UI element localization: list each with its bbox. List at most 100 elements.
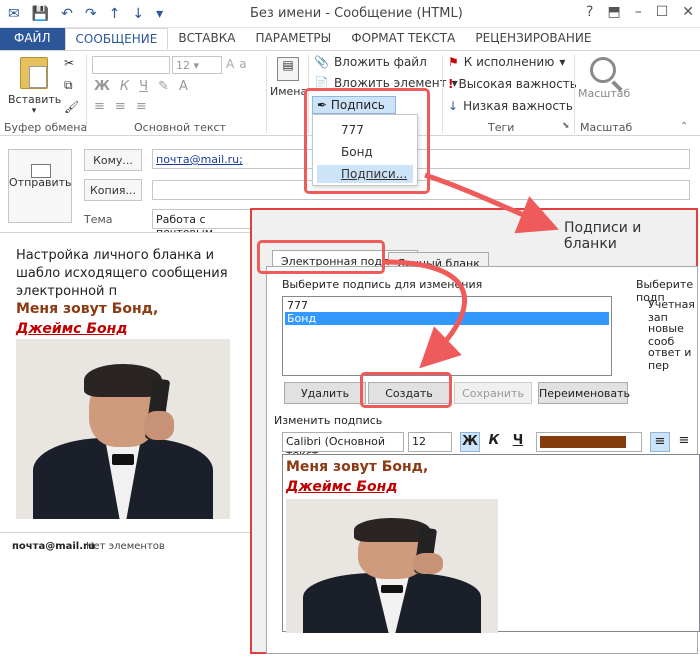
tab-file[interactable]: ФАЙЛ	[0, 28, 65, 50]
align-center-icon[interactable]: ≡	[115, 99, 126, 114]
scissors-icon: ✂	[64, 56, 75, 70]
save-icon[interactable]: 💾	[32, 6, 49, 22]
tab-review[interactable]: РЕЦЕНЗИРОВАНИЕ	[465, 28, 601, 50]
address-book-icon: ▤	[277, 57, 299, 81]
address-book-button[interactable]: ▤ Имена	[270, 57, 307, 98]
signature-list[interactable]: 777 Бонд	[282, 296, 612, 376]
paperclip-icon: 📎	[314, 55, 329, 69]
font-color-icon[interactable]: A	[179, 79, 188, 94]
align-right-icon[interactable]: ≡	[136, 99, 147, 114]
help-icon[interactable]: ?	[586, 4, 593, 20]
photo-hand	[413, 552, 443, 575]
align-left-icon[interactable]: ≡	[650, 432, 670, 452]
font-grow-shrink[interactable]: Aa	[226, 57, 247, 71]
italic-button[interactable]: К	[484, 432, 504, 452]
delete-button[interactable]: Удалить	[284, 382, 366, 404]
paste-button[interactable]: Вставить ▾	[8, 57, 61, 116]
font-size-value: 12	[176, 59, 190, 72]
photo-hand	[144, 411, 175, 440]
people-pane: почта@mail.ru Нет элементов	[0, 532, 250, 562]
attach-file-button[interactable]: 📎 Вложить файл	[314, 55, 427, 69]
clipboard-group-label: Буфер обмена	[4, 121, 88, 134]
up-arrow-icon[interactable]: ↑	[109, 6, 121, 22]
signature-photo	[16, 339, 230, 519]
redo-icon[interactable]: ↷	[85, 6, 97, 22]
cut-button[interactable]: ✂	[64, 57, 74, 69]
tab-options[interactable]: ПАРАМЕТРЫ	[245, 28, 341, 50]
edit-signature-label: Изменить подпись	[274, 414, 383, 427]
tags-dialog-launcher[interactable]: ⬊	[562, 121, 570, 131]
maximize-icon[interactable]: ☐	[656, 4, 669, 20]
magnifier-icon	[590, 57, 616, 83]
tags-group-label: Теги	[488, 121, 515, 134]
high-importance-button[interactable]: ! Высокая важность	[448, 77, 577, 91]
font-color-select[interactable]	[536, 432, 642, 452]
close-icon[interactable]: ✕	[682, 4, 694, 20]
photo-tie	[112, 454, 134, 465]
to-button[interactable]: Кому...	[84, 149, 142, 171]
highlight-email-tab	[257, 240, 385, 274]
no-items-text: Нет элементов	[86, 541, 165, 552]
minimize-icon[interactable]: –	[635, 4, 642, 20]
ribbon-display-icon[interactable]: ⬒	[607, 4, 620, 20]
undo-icon[interactable]: ↶	[61, 6, 73, 22]
tab-insert[interactable]: ВСТАВКА	[168, 28, 245, 50]
photo-tie	[381, 584, 403, 593]
align-center-icon[interactable]: ≡	[674, 432, 694, 452]
replies-label: ответ и пер	[648, 346, 692, 372]
divider	[86, 55, 87, 133]
rename-button[interactable]: Переименовать	[538, 382, 630, 404]
followup-button[interactable]: ⚑ К исполнению ▾	[448, 55, 565, 69]
signature-line-1: Меня зовут Бонд,	[16, 301, 159, 317]
window-title: Без имени - Сообщение (HTML)	[250, 6, 463, 21]
subject-field[interactable]: Работа с почтовым	[152, 209, 252, 239]
low-importance-label: Низкая важность	[463, 99, 573, 113]
underline-button[interactable]: Ч	[139, 79, 148, 94]
new-messages-label: новые сооб	[648, 322, 684, 348]
account-label: Учетная зап	[648, 298, 695, 324]
exclamation-icon: !	[448, 77, 454, 91]
low-importance-button[interactable]: ↓ Низкая важность	[448, 99, 573, 113]
tab-format-text[interactable]: ФОРМАТ ТЕКСТА	[341, 28, 465, 50]
font-name-box[interactable]	[92, 56, 170, 74]
underline-button[interactable]: Ч	[508, 432, 528, 452]
outlook-message-window: ✉ 💾 ↶ ↷ ↑ ↓ ▾ Без имени - Сообщение (HTM…	[0, 0, 700, 656]
customize-qat-icon[interactable]: ▾	[156, 6, 163, 22]
clipboard-icon	[20, 57, 48, 89]
attach-file-label: Вложить файл	[333, 55, 427, 69]
font-size-select[interactable]: 12	[408, 432, 452, 452]
signature-list-item[interactable]: Бонд	[285, 312, 609, 325]
shrink-font-icon: a	[239, 57, 247, 71]
bold-button[interactable]: Ж	[94, 79, 110, 94]
format-painter-button[interactable]: 🖌	[64, 101, 79, 113]
ribbon-tabs: ФАЙЛ СООБЩЕНИЕ ВСТАВКА ПАРАМЕТРЫ ФОРМАТ …	[0, 28, 700, 50]
signature-editor[interactable]: Меня зовут Бонд, Джеймс Бонд	[282, 454, 700, 633]
align-left-icon[interactable]: ≡	[94, 99, 105, 114]
highlight-icon[interactable]: ✎	[158, 79, 169, 94]
tab-message[interactable]: СООБЩЕНИЕ	[64, 28, 169, 50]
contact-email[interactable]: почта@mail.ru	[12, 541, 95, 552]
send-button[interactable]: Отправить	[8, 149, 72, 223]
app-icon: ✉	[8, 6, 20, 22]
collapse-ribbon-button[interactable]: ⌃	[680, 121, 688, 132]
copy-button[interactable]: ⧉	[64, 79, 73, 91]
font-size-box[interactable]: 12 ▾	[172, 56, 222, 74]
bold-button[interactable]: Ж	[460, 432, 480, 452]
signature-line-2: Джеймс Бонд	[16, 321, 128, 337]
save-button[interactable]: Сохранить	[454, 382, 532, 404]
divider	[266, 55, 267, 133]
font-name-select[interactable]: Calibri (Основной текст	[282, 432, 404, 461]
cc-button[interactable]: Копия...	[84, 179, 142, 201]
paragraph-row: ≡ ≡ ≡	[94, 99, 147, 114]
message-body[interactable]: Настройка личного бланка и шабло исходящ…	[0, 232, 250, 532]
down-arrow-icon[interactable]: ↓	[132, 6, 144, 22]
chevron-down-icon: ▾	[31, 106, 37, 116]
basic-text-group-label: Основной текст	[134, 121, 226, 134]
editor-signature-line-2: Джеймс Бонд	[286, 479, 398, 495]
italic-button[interactable]: К	[120, 79, 129, 94]
zoom-button[interactable]: Масштаб	[578, 57, 630, 100]
highlight-create-button	[360, 372, 452, 408]
text-format-row: Ж К Ч ✎ A	[94, 79, 188, 94]
signature-list-item[interactable]: 777	[285, 299, 609, 312]
divider	[574, 55, 575, 133]
